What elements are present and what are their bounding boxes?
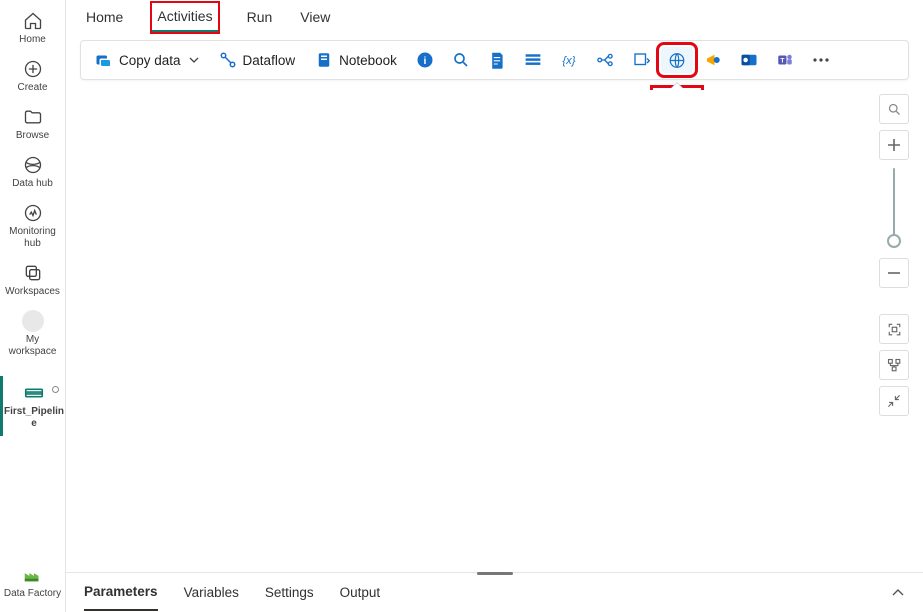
info-button[interactable]: i xyxy=(409,47,441,73)
rail-home[interactable]: Home xyxy=(0,4,65,52)
rail-datahub-label: Data hub xyxy=(12,178,53,190)
datafactory-icon xyxy=(22,564,44,586)
rail-workspaces-label: Workspaces xyxy=(5,286,60,298)
rail-monitoring[interactable]: Monitoring hub xyxy=(0,196,65,256)
rail-workspaces[interactable]: Workspaces xyxy=(0,256,65,304)
tab-run[interactable]: Run xyxy=(247,3,273,31)
collapse-panel-button[interactable] xyxy=(891,588,905,598)
left-nav-rail: Home Create Browse Data hub Monitoring h… xyxy=(0,0,66,612)
copy-data-label: Copy data xyxy=(119,53,181,68)
webhook-button[interactable] xyxy=(697,47,729,73)
dataflow-icon xyxy=(219,51,237,69)
zoom-out-button[interactable] xyxy=(879,258,909,288)
notebook-icon xyxy=(315,51,333,69)
more-button[interactable] xyxy=(805,47,837,73)
rail-my-workspace[interactable]: My workspace xyxy=(0,304,65,364)
avatar-icon xyxy=(22,310,44,332)
workspaces-icon xyxy=(22,262,44,284)
chevron-down-icon xyxy=(189,55,199,65)
plus-circle-icon xyxy=(22,58,44,80)
ribbon-tabs: Home Activities Run View xyxy=(66,0,923,34)
notebook-label: Notebook xyxy=(339,53,397,68)
bottom-panel: Parameters Variables Settings Output xyxy=(66,572,923,612)
rail-pipeline[interactable]: First_Pipeline xyxy=(0,376,65,436)
bottom-tab-parameters[interactable]: Parameters xyxy=(84,574,158,611)
web-activity-button[interactable] xyxy=(661,47,693,73)
megaphone-icon xyxy=(704,51,722,69)
canvas-controls xyxy=(879,94,909,416)
script-icon xyxy=(489,51,505,69)
sproc-button[interactable] xyxy=(517,47,549,73)
web-icon xyxy=(668,51,686,69)
zoom-slider-knob[interactable] xyxy=(887,234,901,248)
rail-pipeline-label: First_Pipeline xyxy=(4,406,64,430)
zoom-slider[interactable] xyxy=(879,166,909,252)
copy-data-icon xyxy=(95,51,113,69)
home-icon xyxy=(22,10,44,32)
teams-icon: T xyxy=(776,51,794,69)
canvas-search-button[interactable] xyxy=(879,94,909,124)
svg-text:{x}: {x} xyxy=(562,55,575,67)
main-area: Home Activities Run View Copy data xyxy=(66,0,923,612)
tab-activities[interactable]: Activities xyxy=(151,2,218,33)
bottom-tab-settings[interactable]: Settings xyxy=(265,575,314,610)
rail-browse-label: Browse xyxy=(16,130,49,142)
rail-create-label: Create xyxy=(17,82,47,94)
branch-icon xyxy=(596,51,614,69)
ellipsis-icon xyxy=(812,51,830,69)
variable-button[interactable]: {x} xyxy=(553,47,585,73)
lookup-button[interactable] xyxy=(445,47,477,73)
svg-text:i: i xyxy=(423,55,426,67)
bottom-tab-output[interactable]: Output xyxy=(340,575,381,610)
rail-my-workspace-label: My workspace xyxy=(3,334,63,358)
rows-icon xyxy=(524,51,542,69)
auto-align-button[interactable] xyxy=(879,350,909,380)
minimize-button[interactable] xyxy=(879,386,909,416)
rail-browse[interactable]: Browse xyxy=(0,100,65,148)
rail-product-label: Data Factory xyxy=(4,588,61,600)
tab-home[interactable]: Home xyxy=(86,3,123,31)
pipeline-canvas[interactable] xyxy=(66,90,923,572)
search-icon xyxy=(452,51,470,69)
dataflow-button[interactable]: Dataflow xyxy=(211,47,304,73)
datahub-icon xyxy=(22,154,44,176)
zoom-in-button[interactable] xyxy=(879,130,909,160)
rail-product[interactable]: Data Factory xyxy=(0,558,65,606)
rail-home-label: Home xyxy=(19,34,46,46)
variable-icon: {x} xyxy=(560,51,578,69)
pipeline-icon xyxy=(23,382,45,404)
copy-data-button[interactable]: Copy data xyxy=(87,47,207,73)
tab-view[interactable]: View xyxy=(300,3,330,31)
loop-icon xyxy=(632,51,650,69)
rail-monitoring-label: Monitoring hub xyxy=(3,226,63,250)
bottom-tab-variables[interactable]: Variables xyxy=(184,575,239,610)
activities-toolbar: Copy data Dataflow Notebook xyxy=(80,40,909,80)
until-button[interactable] xyxy=(625,47,657,73)
rail-datahub[interactable]: Data hub xyxy=(0,148,65,196)
pipeline-activity-button[interactable] xyxy=(589,47,621,73)
dataflow-label: Dataflow xyxy=(243,53,296,68)
monitoring-icon xyxy=(22,202,44,224)
teams-button[interactable]: T xyxy=(769,47,801,73)
info-icon: i xyxy=(416,51,434,69)
rail-create[interactable]: Create xyxy=(0,52,65,100)
outlook-icon xyxy=(740,51,758,69)
script-button[interactable] xyxy=(481,47,513,73)
folder-icon xyxy=(22,106,44,128)
outlook-button[interactable] xyxy=(733,47,765,73)
fit-screen-button[interactable] xyxy=(879,314,909,344)
notebook-button[interactable]: Notebook xyxy=(307,47,405,73)
